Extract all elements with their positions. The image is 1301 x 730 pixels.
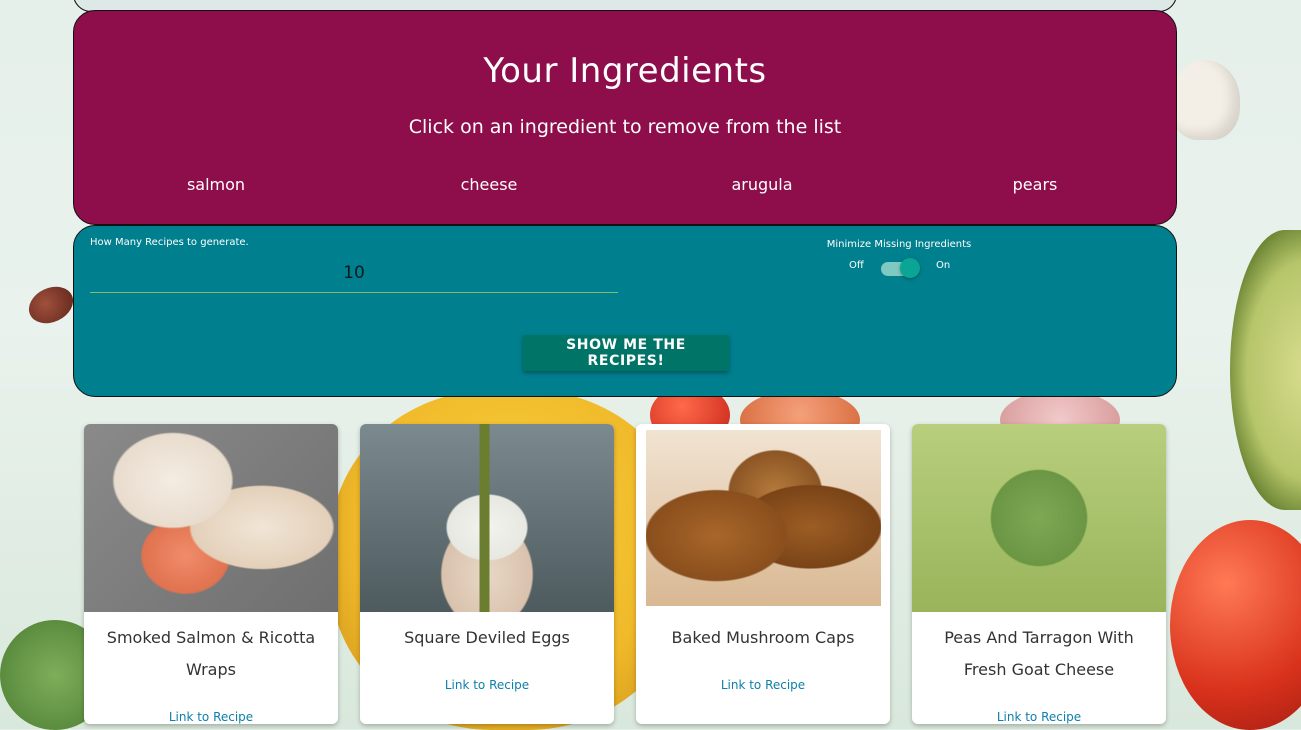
- background-tomato-large: [1170, 520, 1301, 730]
- toggle-label: Minimize Missing Ingredients: [826, 239, 972, 250]
- recipe-card: Smoked Salmon & Ricotta Wraps Link to Re…: [84, 424, 338, 724]
- recipe-image[interactable]: [360, 424, 614, 612]
- toggle-off-label: Off: [849, 260, 864, 271]
- recipe-count-label: How Many Recipes to generate.: [90, 237, 249, 248]
- toggle-row: Off On: [814, 256, 984, 280]
- ingredients-subtitle: Click on an ingredient to remove from th…: [408, 116, 842, 138]
- recipe-title: Square Deviled Eggs: [404, 628, 570, 647]
- background-bean: [22, 279, 80, 331]
- toggle-on-label: On: [936, 260, 951, 271]
- ingredient-item-arugula[interactable]: arugula: [731, 175, 792, 194]
- recipe-title: Smoked Salmon & Ricotta Wraps: [106, 628, 316, 679]
- ingredient-item-cheese[interactable]: cheese: [461, 175, 518, 194]
- settings-panel: How Many Recipes to generate. Minimize M…: [73, 225, 1177, 397]
- recipe-image[interactable]: [646, 430, 881, 606]
- recipe-link[interactable]: Link to Recipe: [360, 678, 614, 692]
- recipe-count-input[interactable]: [90, 254, 618, 293]
- recipe-link[interactable]: Link to Recipe: [636, 678, 890, 692]
- minimize-missing-toggle-group: Minimize Missing Ingredients Off On: [814, 239, 984, 280]
- show-recipes-button[interactable]: SHOW ME THE RECIPES!: [523, 335, 729, 371]
- background-avocado: [1230, 230, 1301, 510]
- recipe-image[interactable]: [912, 424, 1166, 612]
- recipe-title: Baked Mushroom Caps: [671, 628, 855, 647]
- recipe-card: Square Deviled Eggs Link to Recipe: [360, 424, 614, 724]
- recipe-card: Baked Mushroom Caps Link to Recipe: [636, 424, 890, 724]
- recipe-title: Peas And Tarragon With Fresh Goat Cheese: [944, 628, 1134, 679]
- ingredients-title: Your Ingredients: [483, 51, 767, 91]
- recipe-image[interactable]: [84, 424, 338, 612]
- recipe-link[interactable]: Link to Recipe: [912, 710, 1166, 724]
- recipe-link[interactable]: Link to Recipe: [84, 710, 338, 724]
- recipe-image-container: [636, 424, 890, 612]
- ingredient-list: salmon cheese arugula pears: [74, 175, 1176, 199]
- recipe-card: Peas And Tarragon With Fresh Goat Cheese…: [912, 424, 1166, 724]
- toggle-switch-thumb[interactable]: [900, 258, 920, 278]
- ingredient-item-salmon[interactable]: salmon: [187, 175, 245, 194]
- background-mushroom: [1170, 60, 1240, 140]
- ingredients-panel: Your Ingredients Click on an ingredient …: [73, 10, 1177, 225]
- ingredient-item-pears[interactable]: pears: [1013, 175, 1058, 194]
